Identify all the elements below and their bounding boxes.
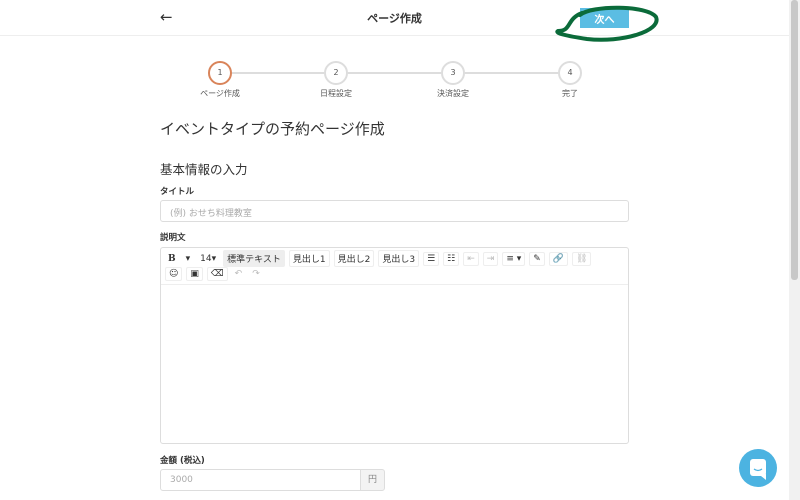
numbered-list-icon[interactable]: ☷	[443, 251, 460, 266]
heading2-button[interactable]: 見出し2	[333, 250, 375, 267]
step-4: 4	[558, 61, 582, 85]
eraser-icon[interactable]: ⌫	[206, 267, 228, 281]
step-label: 完了	[562, 89, 578, 98]
section-heading: 基本情報の入力	[160, 162, 248, 177]
undo-icon[interactable]: ↶	[232, 268, 246, 280]
page-heading: イベントタイプの予約ページ作成	[160, 120, 385, 138]
font-size-select[interactable]: 14▾	[197, 253, 219, 265]
description-editor[interactable]: B ▾ 14▾ 標準テキスト 見出し1 見出し2 見出し3 ☰ ☷ ⇤ ⇥ ≡ …	[160, 247, 629, 444]
step-connector	[348, 72, 441, 74]
step-2: 2	[324, 61, 348, 85]
step-connector	[465, 72, 558, 74]
normal-text-button[interactable]: 標準テキスト	[223, 250, 285, 267]
toolbar-divider	[161, 284, 628, 285]
step-1: 1	[208, 61, 232, 85]
align-icon[interactable]: ≡ ▾	[502, 251, 526, 266]
title-input[interactable]: (例) おせち料理教室	[160, 200, 629, 222]
step-3: 3	[441, 61, 465, 85]
step-label: 日程設定	[320, 89, 352, 98]
image-icon[interactable]: ▣	[186, 267, 203, 281]
heading1-button[interactable]: 見出し1	[288, 250, 330, 267]
price-label: 金額 (税込)	[160, 456, 205, 466]
annotation-circle	[555, 5, 659, 42]
scrollbar-thumb[interactable]	[791, 0, 798, 280]
step-label: ページ作成	[200, 89, 240, 98]
title-label: タイトル	[160, 187, 195, 197]
unlink-icon[interactable]: ⛓	[572, 251, 592, 266]
step-connector	[232, 72, 324, 74]
bold-dropdown[interactable]: ▾	[183, 253, 194, 265]
link-icon[interactable]: 🔗	[548, 251, 568, 266]
redo-icon[interactable]: ↷	[249, 268, 263, 280]
chat-icon	[750, 459, 766, 480]
price-input[interactable]: 3000	[160, 469, 361, 491]
header: ← ページ作成 次へ	[0, 0, 789, 36]
heading3-button[interactable]: 見出し3	[378, 250, 420, 267]
emoji-icon[interactable]: ☺	[165, 267, 183, 281]
bullet-list-icon[interactable]: ☰	[423, 251, 440, 266]
bold-button[interactable]: B	[165, 253, 179, 265]
chat-button[interactable]	[739, 449, 777, 487]
indent-icon[interactable]: ⇥	[482, 251, 499, 266]
description-label: 説明文	[160, 233, 186, 243]
yen-addon: 円	[360, 469, 385, 491]
outdent-icon[interactable]: ⇤	[463, 251, 479, 266]
page-title: ページ作成	[367, 12, 422, 25]
step-label: 決済設定	[437, 89, 469, 98]
text-color-icon[interactable]: ✎	[529, 251, 545, 266]
